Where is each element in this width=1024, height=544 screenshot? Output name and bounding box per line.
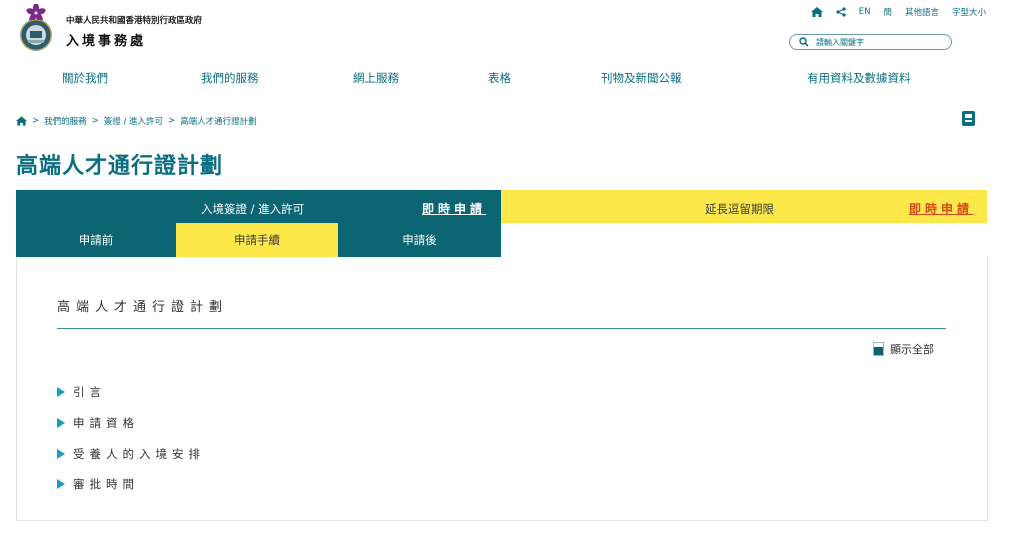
accordion-item-introduction[interactable]: 引言: [57, 384, 106, 400]
panel-title: 高端人才通行證計劃: [57, 300, 229, 315]
font-size-link[interactable]: 字型大小: [952, 6, 986, 18]
breadcrumb-separator: >: [91, 116, 99, 126]
triangle-right-icon: [57, 479, 65, 489]
page-title: 高端人才通行證計劃: [16, 154, 224, 179]
extend-apply-now-link[interactable]: 即時申請: [909, 200, 973, 217]
top-links: EN 簡 其他語言 字型大小: [810, 6, 986, 18]
accordion-label: 引言: [73, 385, 106, 399]
accordion-label: 審批時間: [73, 477, 139, 491]
triangle-right-icon: [57, 449, 65, 459]
triangle-right-icon: [57, 387, 65, 397]
tab-visa-entry-permit[interactable]: 入境簽證 / 進入許可 即時申請: [16, 190, 501, 223]
lang-sc-link[interactable]: 簡: [883, 6, 892, 18]
accordion-item-processing-time[interactable]: 審批時間: [57, 476, 139, 492]
accordion-label: 受養人的入境安排: [73, 447, 205, 461]
expand-all-icon[interactable]: [873, 342, 884, 356]
breadcrumb-current-page[interactable]: 高端人才通行證計劃: [180, 115, 257, 127]
lang-en-link[interactable]: EN: [859, 7, 871, 17]
nav-our-services[interactable]: 我們的服務: [201, 70, 259, 86]
dept-name[interactable]: 入境事務處: [66, 30, 146, 49]
tab-row-main: 入境簽證 / 進入許可 即時申請 延長逗留期限 即時申請: [16, 190, 987, 223]
search-box[interactable]: [789, 34, 952, 50]
nav-useful-info-stats[interactable]: 有用資料及數據資料: [807, 70, 911, 86]
subtab-after-application[interactable]: 申請後: [338, 223, 501, 257]
breadcrumb-separator: >: [32, 116, 40, 126]
search-input[interactable]: [816, 37, 936, 47]
tab-row-sub: 申請前 申請手續 申請後: [16, 223, 501, 257]
breadcrumb: > 我們的服務 > 簽證 / 進入許可 > 高端人才通行證計劃: [16, 115, 257, 127]
hk-emblem-logo[interactable]: [17, 4, 55, 54]
tab-extend-label: 延長逗留期限: [705, 202, 774, 216]
triangle-right-icon: [57, 418, 65, 428]
home-icon[interactable]: [16, 116, 27, 126]
tab-visa-label: 入境簽證 / 進入許可: [201, 202, 305, 216]
share-icon[interactable]: [836, 7, 846, 17]
accordion-item-dependants[interactable]: 受養人的入境安排: [57, 446, 205, 462]
main-nav: 關於我們 我們的服務 網上服務 表格 刊物及新聞公報 有用資料及數據資料: [0, 70, 1024, 90]
nav-online-services[interactable]: 網上服務: [353, 70, 399, 86]
tab-extension-of-stay[interactable]: 延長逗留期限 即時申請: [501, 190, 987, 223]
visa-apply-now-link[interactable]: 即時申請: [422, 200, 486, 217]
breadcrumb-visa-entry-permit[interactable]: 簽證 / 進入許可: [104, 115, 163, 127]
show-all-label: 顯示全部: [890, 343, 934, 356]
show-all-toggle[interactable]: 顯示全部: [873, 341, 934, 357]
home-icon[interactable]: [810, 7, 823, 17]
nav-publications-press[interactable]: 刊物及新聞公報: [601, 70, 682, 86]
accordion-label: 申請資格: [73, 416, 139, 430]
subtab-before-application[interactable]: 申請前: [16, 223, 176, 257]
search-icon[interactable]: [799, 37, 809, 47]
breadcrumb-our-services[interactable]: 我們的服務: [44, 115, 87, 127]
nav-about-us[interactable]: 關於我們: [62, 70, 108, 86]
other-lang-link[interactable]: 其他語言: [905, 6, 939, 18]
content-panel: 高端人才通行證計劃 顯示全部 引言 申請資格 受養人的入境安排 審批時間: [16, 257, 988, 521]
breadcrumb-separator: >: [168, 116, 176, 126]
gov-name: 中華人民共和國香港特別行政區政府: [66, 16, 203, 26]
subtab-application-procedure[interactable]: 申請手續: [176, 223, 338, 257]
accordion-item-eligibility[interactable]: 申請資格: [57, 415, 139, 431]
divider: [57, 328, 946, 329]
print-icon[interactable]: [962, 111, 975, 126]
nav-forms[interactable]: 表格: [488, 70, 511, 86]
